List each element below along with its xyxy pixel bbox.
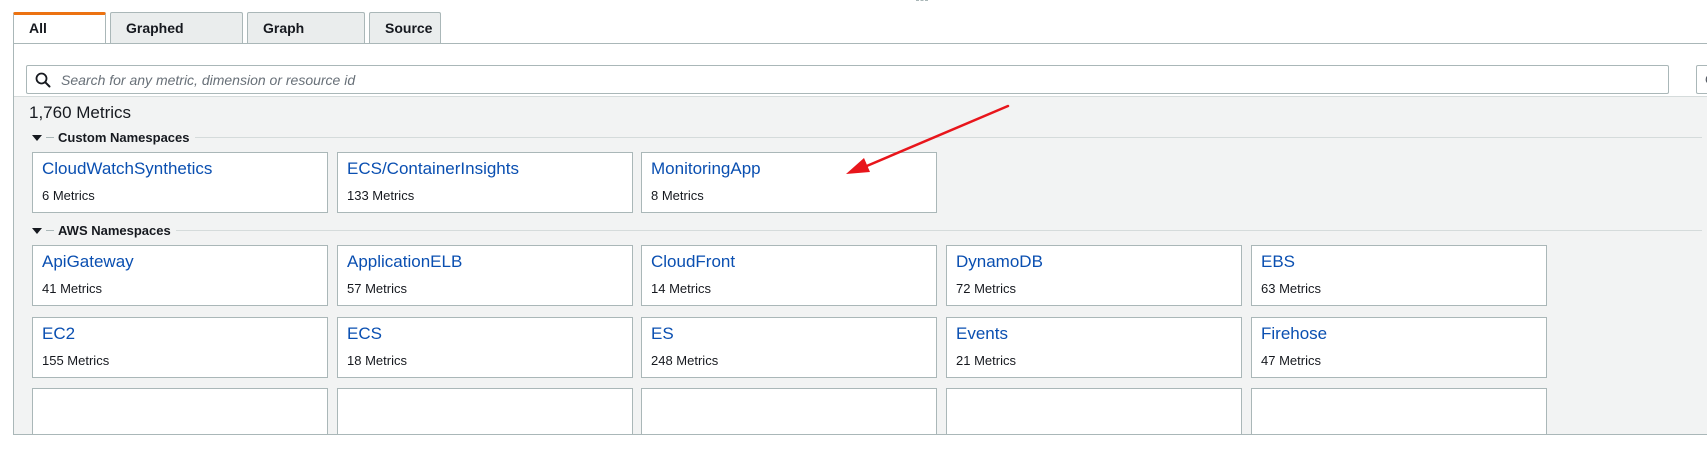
aws-namespaces-header[interactable]: AWS Namespaces	[32, 223, 1702, 238]
namespace-name[interactable]: ECS	[347, 324, 632, 344]
tab-source[interactable]: Source	[369, 12, 441, 43]
aws-namespaces-label: AWS Namespaces	[58, 223, 171, 238]
namespace-card-es[interactable]: ES 248 Metrics	[641, 317, 937, 378]
search-input[interactable]	[59, 70, 1639, 89]
namespace-metric-count: 6 Metrics	[42, 188, 95, 203]
namespace-name[interactable]: ECS/ContainerInsights	[347, 159, 632, 179]
namespace-metric-count: 8 Metrics	[651, 188, 704, 203]
divider	[46, 230, 54, 231]
custom-namespaces-label: Custom Namespaces	[58, 130, 190, 145]
namespace-metric-count: 14 Metrics	[651, 281, 711, 296]
divider	[175, 230, 1702, 231]
namespace-metric-count: 248 Metrics	[651, 353, 719, 368]
namespace-name[interactable]: CloudFront	[651, 252, 936, 272]
namespace-card-cloudwatchsynthetics[interactable]: CloudWatchSynthetics 6 Metrics	[32, 152, 328, 213]
namespace-card-apigateway[interactable]: ApiGateway 41 Metrics	[32, 245, 328, 306]
namespace-card-ebs[interactable]: EBS 63 Metrics	[1251, 245, 1547, 306]
namespace-name[interactable]: Firehose	[1261, 324, 1546, 344]
divider	[46, 137, 54, 138]
namespace-name[interactable]: CloudWatchSynthetics	[42, 159, 327, 179]
namespace-name[interactable]: DynamoDB	[956, 252, 1241, 272]
custom-namespaces-header[interactable]: Custom Namespaces	[32, 130, 1702, 145]
namespace-metric-count: 72 Metrics	[956, 281, 1016, 296]
metrics-count: 1,760 Metrics	[29, 103, 132, 122]
namespace-card-clipped[interactable]	[946, 388, 1242, 434]
namespace-metric-count: 18 Metrics	[347, 353, 407, 368]
tab-graph-options[interactable]: Graph options	[247, 12, 365, 66]
search-side-button[interactable]: G	[1696, 65, 1707, 94]
namespace-name[interactable]: EBS	[1261, 252, 1546, 272]
tab-all-metrics[interactable]: All metrics	[13, 12, 106, 63]
namespace-card-clipped[interactable]	[337, 388, 633, 434]
namespace-name[interactable]: ApplicationELB	[347, 252, 632, 272]
namespace-card-clipped[interactable]	[641, 388, 937, 434]
search-box[interactable]	[26, 65, 1669, 94]
namespace-name[interactable]: EC2	[42, 324, 327, 344]
divider	[194, 137, 1702, 138]
resize-grip[interactable]	[916, 0, 928, 3]
all-metrics-panel: G 1,760 Metrics Custom Namespaces CloudW…	[13, 43, 1707, 435]
namespace-name[interactable]: MonitoringApp	[651, 159, 936, 179]
namespace-metric-count: 57 Metrics	[347, 281, 407, 296]
namespace-metric-count: 21 Metrics	[956, 353, 1016, 368]
namespace-metric-count: 155 Metrics	[42, 353, 110, 368]
namespace-metric-count: 133 Metrics	[347, 188, 415, 203]
namespace-card-clipped[interactable]	[32, 388, 328, 434]
search-icon	[35, 72, 51, 88]
namespace-card-applicationelb[interactable]: ApplicationELB 57 Metrics	[337, 245, 633, 306]
namespace-card-ec2[interactable]: EC2 155 Metrics	[32, 317, 328, 378]
namespace-card-monitoringapp[interactable]: MonitoringApp 8 Metrics	[641, 152, 937, 213]
caret-down-icon[interactable]	[32, 134, 42, 141]
namespace-metric-count: 47 Metrics	[1261, 353, 1321, 368]
metrics-tab-bar: All metrics Graphed metrics Graph option…	[13, 12, 441, 66]
namespace-card-dynamodb[interactable]: DynamoDB 72 Metrics	[946, 245, 1242, 306]
namespace-card-firehose[interactable]: Firehose 47 Metrics	[1251, 317, 1547, 378]
namespace-name[interactable]: Events	[956, 324, 1241, 344]
namespace-card-cloudfront[interactable]: CloudFront 14 Metrics	[641, 245, 937, 306]
namespace-card-ecs[interactable]: ECS 18 Metrics	[337, 317, 633, 378]
caret-down-icon[interactable]	[32, 227, 42, 234]
namespace-metric-count: 41 Metrics	[42, 281, 102, 296]
namespace-name[interactable]: ApiGateway	[42, 252, 327, 272]
namespace-card-clipped[interactable]	[1251, 388, 1547, 434]
namespace-metric-count: 63 Metrics	[1261, 281, 1321, 296]
namespace-card-ecs-containerinsights[interactable]: ECS/ContainerInsights 133 Metrics	[337, 152, 633, 213]
namespace-name[interactable]: ES	[651, 324, 936, 344]
tab-graphed-metrics[interactable]: Graphed metrics	[110, 12, 243, 66]
namespace-card-events[interactable]: Events 21 Metrics	[946, 317, 1242, 378]
